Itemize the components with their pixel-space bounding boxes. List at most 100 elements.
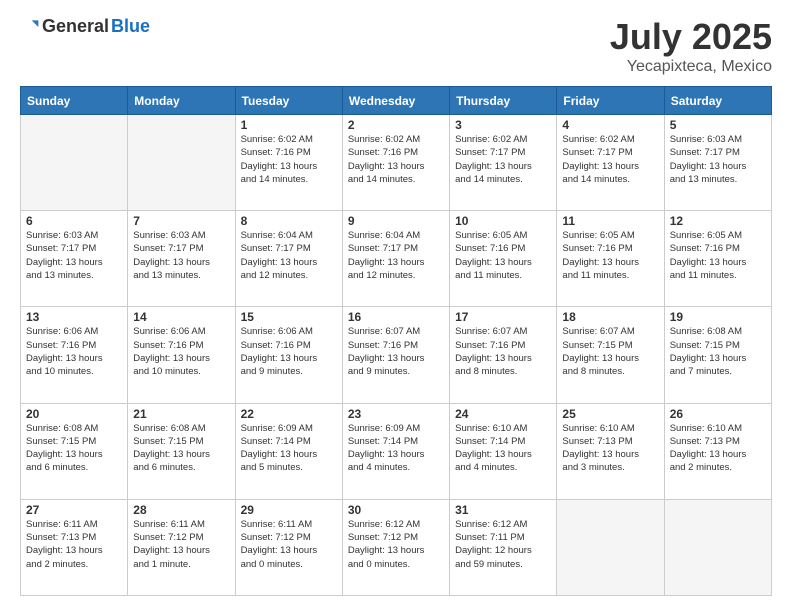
day-info: Sunrise: 6:11 AM Sunset: 7:12 PM Dayligh…	[133, 518, 229, 571]
week-row-4: 27Sunrise: 6:11 AM Sunset: 7:13 PM Dayli…	[21, 499, 772, 595]
day-number: 18	[562, 310, 658, 324]
day-cell: 13Sunrise: 6:06 AM Sunset: 7:16 PM Dayli…	[21, 307, 128, 403]
day-info: Sunrise: 6:03 AM Sunset: 7:17 PM Dayligh…	[133, 229, 229, 282]
day-cell: 24Sunrise: 6:10 AM Sunset: 7:14 PM Dayli…	[450, 403, 557, 499]
day-number: 23	[348, 407, 444, 421]
day-cell: 15Sunrise: 6:06 AM Sunset: 7:16 PM Dayli…	[235, 307, 342, 403]
day-number: 19	[670, 310, 766, 324]
day-number: 30	[348, 503, 444, 517]
day-number: 24	[455, 407, 551, 421]
day-info: Sunrise: 6:10 AM Sunset: 7:14 PM Dayligh…	[455, 422, 551, 475]
day-info: Sunrise: 6:04 AM Sunset: 7:17 PM Dayligh…	[348, 229, 444, 282]
day-info: Sunrise: 6:05 AM Sunset: 7:16 PM Dayligh…	[670, 229, 766, 282]
day-number: 20	[26, 407, 122, 421]
day-info: Sunrise: 6:02 AM Sunset: 7:16 PM Dayligh…	[241, 133, 337, 186]
header: General Blue July 2025 Yecapixteca, Mexi…	[20, 16, 772, 76]
day-number: 15	[241, 310, 337, 324]
day-number: 8	[241, 214, 337, 228]
day-cell: 23Sunrise: 6:09 AM Sunset: 7:14 PM Dayli…	[342, 403, 449, 499]
day-info: Sunrise: 6:07 AM Sunset: 7:16 PM Dayligh…	[455, 325, 551, 378]
title-block: July 2025 Yecapixteca, Mexico	[610, 16, 772, 76]
day-info: Sunrise: 6:05 AM Sunset: 7:16 PM Dayligh…	[562, 229, 658, 282]
day-cell	[21, 115, 128, 211]
day-number: 2	[348, 118, 444, 132]
week-row-2: 13Sunrise: 6:06 AM Sunset: 7:16 PM Dayli…	[21, 307, 772, 403]
day-info: Sunrise: 6:04 AM Sunset: 7:17 PM Dayligh…	[241, 229, 337, 282]
day-cell: 3Sunrise: 6:02 AM Sunset: 7:17 PM Daylig…	[450, 115, 557, 211]
day-number: 31	[455, 503, 551, 517]
day-number: 5	[670, 118, 766, 132]
day-cell: 12Sunrise: 6:05 AM Sunset: 7:16 PM Dayli…	[664, 211, 771, 307]
day-info: Sunrise: 6:11 AM Sunset: 7:13 PM Dayligh…	[26, 518, 122, 571]
day-info: Sunrise: 6:06 AM Sunset: 7:16 PM Dayligh…	[26, 325, 122, 378]
day-info: Sunrise: 6:08 AM Sunset: 7:15 PM Dayligh…	[133, 422, 229, 475]
day-number: 13	[26, 310, 122, 324]
day-cell: 5Sunrise: 6:03 AM Sunset: 7:17 PM Daylig…	[664, 115, 771, 211]
day-cell: 9Sunrise: 6:04 AM Sunset: 7:17 PM Daylig…	[342, 211, 449, 307]
logo-general-text: General	[42, 16, 109, 37]
day-info: Sunrise: 6:06 AM Sunset: 7:16 PM Dayligh…	[241, 325, 337, 378]
day-info: Sunrise: 6:08 AM Sunset: 7:15 PM Dayligh…	[26, 422, 122, 475]
main-title: July 2025	[610, 16, 772, 58]
day-number: 16	[348, 310, 444, 324]
day-info: Sunrise: 6:11 AM Sunset: 7:12 PM Dayligh…	[241, 518, 337, 571]
day-cell: 26Sunrise: 6:10 AM Sunset: 7:13 PM Dayli…	[664, 403, 771, 499]
day-cell: 20Sunrise: 6:08 AM Sunset: 7:15 PM Dayli…	[21, 403, 128, 499]
day-cell: 14Sunrise: 6:06 AM Sunset: 7:16 PM Dayli…	[128, 307, 235, 403]
week-row-3: 20Sunrise: 6:08 AM Sunset: 7:15 PM Dayli…	[21, 403, 772, 499]
day-number: 12	[670, 214, 766, 228]
day-cell: 30Sunrise: 6:12 AM Sunset: 7:12 PM Dayli…	[342, 499, 449, 595]
day-cell: 11Sunrise: 6:05 AM Sunset: 7:16 PM Dayli…	[557, 211, 664, 307]
day-number: 4	[562, 118, 658, 132]
day-number: 29	[241, 503, 337, 517]
logo-icon	[20, 17, 40, 37]
col-wednesday: Wednesday	[342, 87, 449, 115]
day-cell	[664, 499, 771, 595]
day-info: Sunrise: 6:12 AM Sunset: 7:11 PM Dayligh…	[455, 518, 551, 571]
page: General Blue July 2025 Yecapixteca, Mexi…	[0, 0, 792, 612]
day-cell: 8Sunrise: 6:04 AM Sunset: 7:17 PM Daylig…	[235, 211, 342, 307]
col-thursday: Thursday	[450, 87, 557, 115]
day-number: 17	[455, 310, 551, 324]
day-number: 22	[241, 407, 337, 421]
day-cell: 19Sunrise: 6:08 AM Sunset: 7:15 PM Dayli…	[664, 307, 771, 403]
calendar-table: Sunday Monday Tuesday Wednesday Thursday…	[20, 86, 772, 596]
day-info: Sunrise: 6:10 AM Sunset: 7:13 PM Dayligh…	[562, 422, 658, 475]
day-info: Sunrise: 6:08 AM Sunset: 7:15 PM Dayligh…	[670, 325, 766, 378]
day-info: Sunrise: 6:02 AM Sunset: 7:17 PM Dayligh…	[455, 133, 551, 186]
day-number: 14	[133, 310, 229, 324]
subtitle: Yecapixteca, Mexico	[610, 58, 772, 76]
day-number: 6	[26, 214, 122, 228]
col-tuesday: Tuesday	[235, 87, 342, 115]
day-info: Sunrise: 6:10 AM Sunset: 7:13 PM Dayligh…	[670, 422, 766, 475]
day-number: 7	[133, 214, 229, 228]
logo-blue-text: Blue	[111, 16, 150, 37]
day-info: Sunrise: 6:09 AM Sunset: 7:14 PM Dayligh…	[348, 422, 444, 475]
day-number: 25	[562, 407, 658, 421]
col-friday: Friday	[557, 87, 664, 115]
day-cell: 27Sunrise: 6:11 AM Sunset: 7:13 PM Dayli…	[21, 499, 128, 595]
day-cell: 18Sunrise: 6:07 AM Sunset: 7:15 PM Dayli…	[557, 307, 664, 403]
day-info: Sunrise: 6:02 AM Sunset: 7:17 PM Dayligh…	[562, 133, 658, 186]
day-cell: 10Sunrise: 6:05 AM Sunset: 7:16 PM Dayli…	[450, 211, 557, 307]
col-sunday: Sunday	[21, 87, 128, 115]
col-saturday: Saturday	[664, 87, 771, 115]
week-row-1: 6 Sunrise: 6:03 AM Sunset: 7:17 PM Daylig…	[21, 211, 772, 307]
day-number: 21	[133, 407, 229, 421]
day-cell: 2Sunrise: 6:02 AM Sunset: 7:16 PM Daylig…	[342, 115, 449, 211]
day-cell	[557, 499, 664, 595]
logo: General Blue	[20, 16, 150, 37]
week-row-0: 1Sunrise: 6:02 AM Sunset: 7:16 PM Daylig…	[21, 115, 772, 211]
header-row: Sunday Monday Tuesday Wednesday Thursday…	[21, 87, 772, 115]
day-cell: 31Sunrise: 6:12 AM Sunset: 7:11 PM Dayli…	[450, 499, 557, 595]
day-number: 10	[455, 214, 551, 228]
day-cell: 17Sunrise: 6:07 AM Sunset: 7:16 PM Dayli…	[450, 307, 557, 403]
day-cell: 21Sunrise: 6:08 AM Sunset: 7:15 PM Dayli…	[128, 403, 235, 499]
day-number: 9	[348, 214, 444, 228]
col-monday: Monday	[128, 87, 235, 115]
day-cell: 6Sunrise: 6:03 AM Sunset: 7:17 PM Daylig…	[21, 211, 128, 307]
day-info: Sunrise: 6:12 AM Sunset: 7:12 PM Dayligh…	[348, 518, 444, 571]
day-cell: 1Sunrise: 6:02 AM Sunset: 7:16 PM Daylig…	[235, 115, 342, 211]
day-info: Sunrise: 6:09 AM Sunset: 7:14 PM Dayligh…	[241, 422, 337, 475]
day-cell: 28Sunrise: 6:11 AM Sunset: 7:12 PM Dayli…	[128, 499, 235, 595]
